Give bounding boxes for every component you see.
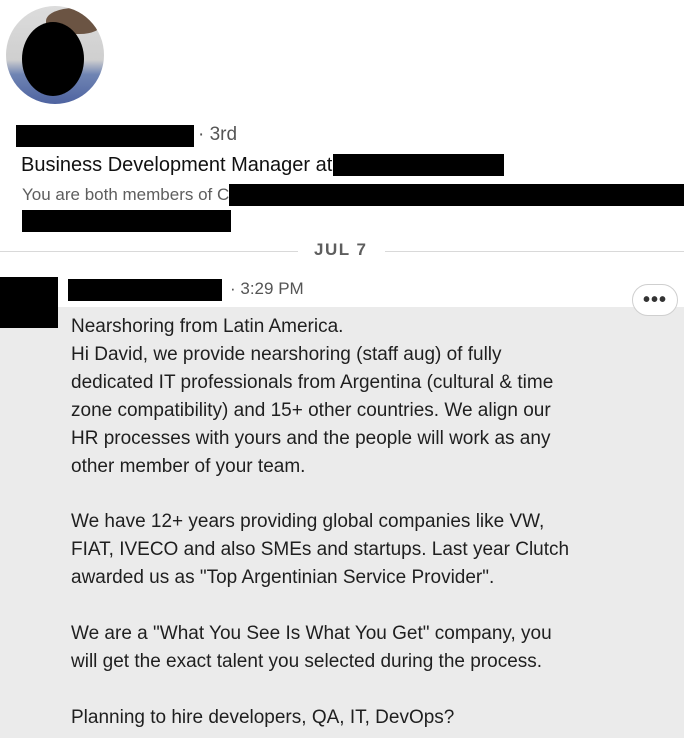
message-line: We are a "What You See Is What You Get" … bbox=[71, 622, 552, 644]
message-line: HR processes with yours and the people w… bbox=[71, 427, 551, 449]
message-line: Hi David, we provide nearshoring (staff … bbox=[71, 343, 502, 365]
message-line: Nearshoring from Latin America. bbox=[71, 316, 344, 337]
message-line: awarded us as "Top Argentinian Service P… bbox=[71, 567, 495, 589]
redacted-group bbox=[229, 184, 684, 206]
message-line: We have 12+ years providing global compa… bbox=[71, 511, 545, 533]
sender-name[interactable] bbox=[68, 279, 222, 301]
redacted-name bbox=[16, 125, 194, 147]
message-line: FIAT, IVECO and also SMEs and startups. … bbox=[71, 539, 570, 561]
divider-line-left bbox=[0, 251, 298, 252]
redacted-group-line2 bbox=[22, 210, 231, 232]
message-line: Planning to hire developers, QA, IT, Dev… bbox=[71, 706, 455, 728]
divider-line-right bbox=[385, 251, 684, 252]
message-time: · 3:29 PM bbox=[230, 279, 304, 298]
more-icon: ••• bbox=[642, 288, 667, 311]
profile-headline: Business Development Manager at bbox=[21, 154, 333, 176]
message-line: other member of your team. bbox=[71, 455, 306, 477]
message-line: will get the exact talent you selected d… bbox=[71, 650, 543, 672]
avatar-redaction bbox=[22, 22, 84, 96]
message-line: dedicated IT professionals from Argentin… bbox=[71, 371, 554, 393]
more-options-button[interactable]: ••• bbox=[632, 284, 678, 316]
message-body: Nearshoring from Latin America. Hi David… bbox=[71, 313, 631, 732]
sender-avatar[interactable] bbox=[0, 277, 58, 328]
redacted-company bbox=[333, 154, 504, 176]
profile-avatar[interactable] bbox=[6, 6, 104, 104]
date-divider: JUL 7 bbox=[314, 240, 368, 259]
message-line: zone compatibility) and 15+ other countr… bbox=[71, 399, 551, 421]
shared-groups: You are both members of C bbox=[22, 185, 230, 204]
connection-degree: · 3rd bbox=[198, 124, 238, 145]
